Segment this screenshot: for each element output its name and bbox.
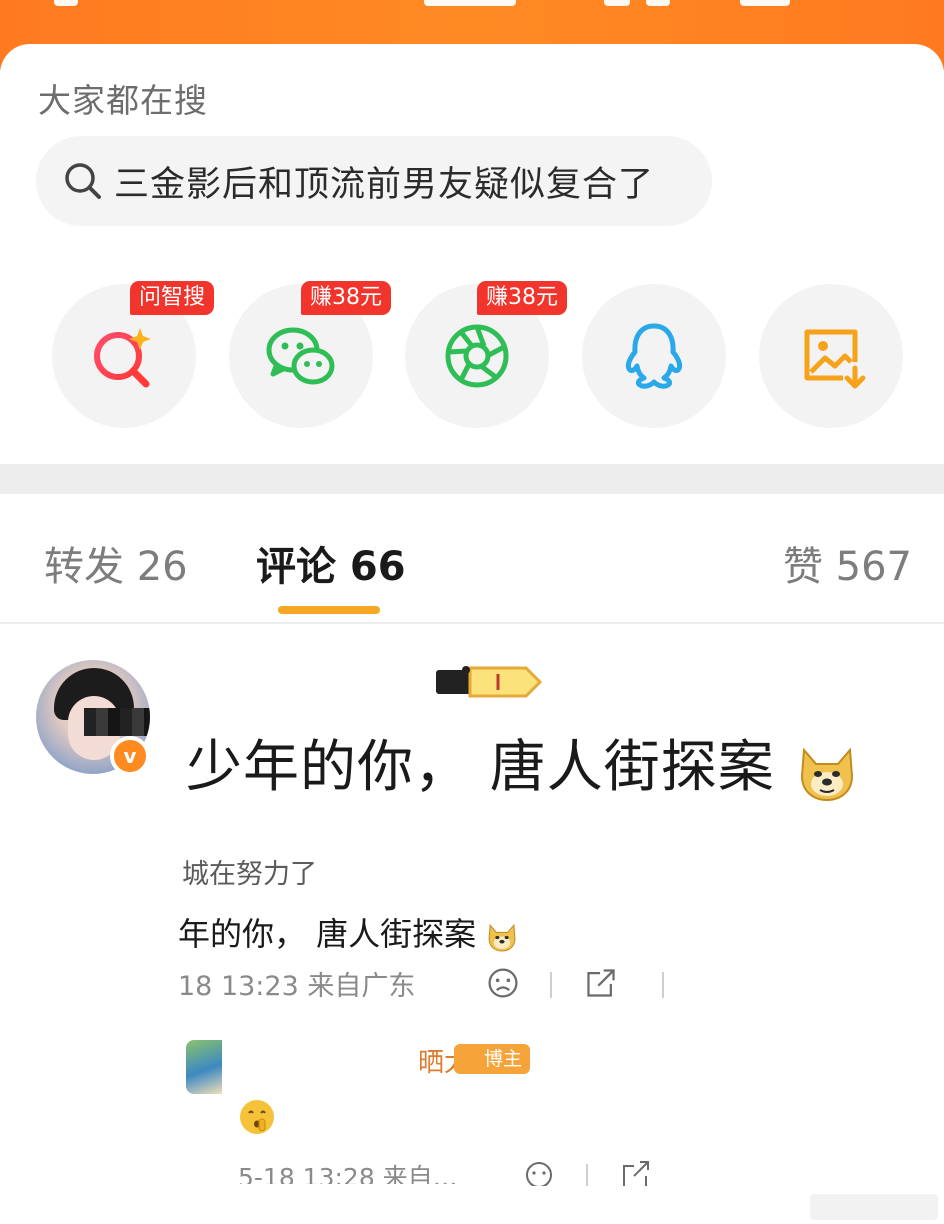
comment-item: v 少年的你， 唐人街探案 城在努力了 年的你， 唐人街探案 18 13:23 … xyxy=(0,626,944,1224)
share-ai-search-button[interactable]: 问智搜 xyxy=(52,281,215,428)
name-blur xyxy=(188,666,428,704)
nested-reply[interactable]: 晒太阳 博主 5-18 13:28 来自… xyxy=(186,1040,706,1220)
name-blur xyxy=(236,1040,396,1078)
comment-body: 少年的你， 唐人街探案 xyxy=(186,735,775,800)
action-separator xyxy=(662,972,664,998)
share-targets: 问智搜 赚38元 赚38元 xyxy=(0,281,944,430)
blogger-badge: 博主 xyxy=(454,1044,531,1074)
trending-query: 三金影后和顶流前男友疑似复合了 xyxy=(114,164,655,205)
action-separator xyxy=(586,1164,588,1186)
doge-emoji-icon xyxy=(488,923,516,952)
interaction-tabs: 转发 26 评论 66 赞 567 xyxy=(0,494,944,624)
back-icon[interactable] xyxy=(54,0,78,6)
quoted-reply[interactable]: 城在努力了 年的你， 唐人街探案 xyxy=(178,852,698,955)
comment-text: 少年的你， 唐人街探案 xyxy=(186,722,858,803)
nav-glyph xyxy=(604,0,630,6)
search-icon xyxy=(65,163,101,199)
section-divider xyxy=(0,464,944,494)
user-level-tag-icon xyxy=(436,666,542,698)
nav-glyph xyxy=(646,0,670,6)
search-icon[interactable] xyxy=(740,0,790,6)
share-qq-button[interactable] xyxy=(582,284,726,428)
qq-icon xyxy=(625,323,683,389)
dislike-icon[interactable] xyxy=(484,966,522,1000)
action-separator xyxy=(550,972,552,998)
save-image-button[interactable] xyxy=(759,284,903,428)
next-item-peek xyxy=(0,1210,944,1224)
ai-search-icon xyxy=(94,328,151,388)
quoted-body: 年的你， 唐人街探案 xyxy=(178,915,477,953)
active-tab-indicator xyxy=(278,606,380,614)
tab-indicator xyxy=(424,0,516,6)
quoted-meta: 18 13:23 来自广东 xyxy=(178,971,416,1002)
share-badge: 赚38元 xyxy=(301,281,391,315)
watermark xyxy=(810,1194,938,1220)
reply-meta: 5-18 13:28 来自… xyxy=(238,1163,458,1184)
share-badge: 赚38元 xyxy=(477,281,567,315)
share-icon[interactable] xyxy=(620,1160,652,1186)
tab-repost[interactable]: 转发 26 xyxy=(44,534,188,592)
verified-badge-icon: v xyxy=(110,736,150,776)
trending-search-pill[interactable]: 三金影后和顶流前男友疑似复合了 xyxy=(36,136,712,226)
quoted-user: 城在努力了 xyxy=(182,859,317,890)
moments-icon xyxy=(445,324,509,388)
wechat-icon xyxy=(266,327,335,385)
save-image-icon xyxy=(804,329,866,389)
reply-avatar[interactable] xyxy=(186,1040,222,1094)
tab-comment[interactable]: 评论 66 xyxy=(256,534,406,592)
doge-emoji-icon xyxy=(800,747,853,801)
tab-like[interactable]: 赞 567 xyxy=(783,534,912,592)
share-icon[interactable] xyxy=(582,966,620,1000)
dislike-icon[interactable] xyxy=(524,1160,554,1186)
share-wechat-button[interactable]: 赚38元 xyxy=(229,281,391,428)
mosaic-censor xyxy=(84,708,150,736)
share-moments-button[interactable]: 赚38元 xyxy=(405,281,567,428)
quoted-text: 年的你， 唐人街探案 xyxy=(178,909,698,955)
trending-label: 大家都在搜 xyxy=(38,81,208,120)
shush-emoji-icon xyxy=(240,1100,274,1134)
share-badge: 问智搜 xyxy=(130,281,215,315)
